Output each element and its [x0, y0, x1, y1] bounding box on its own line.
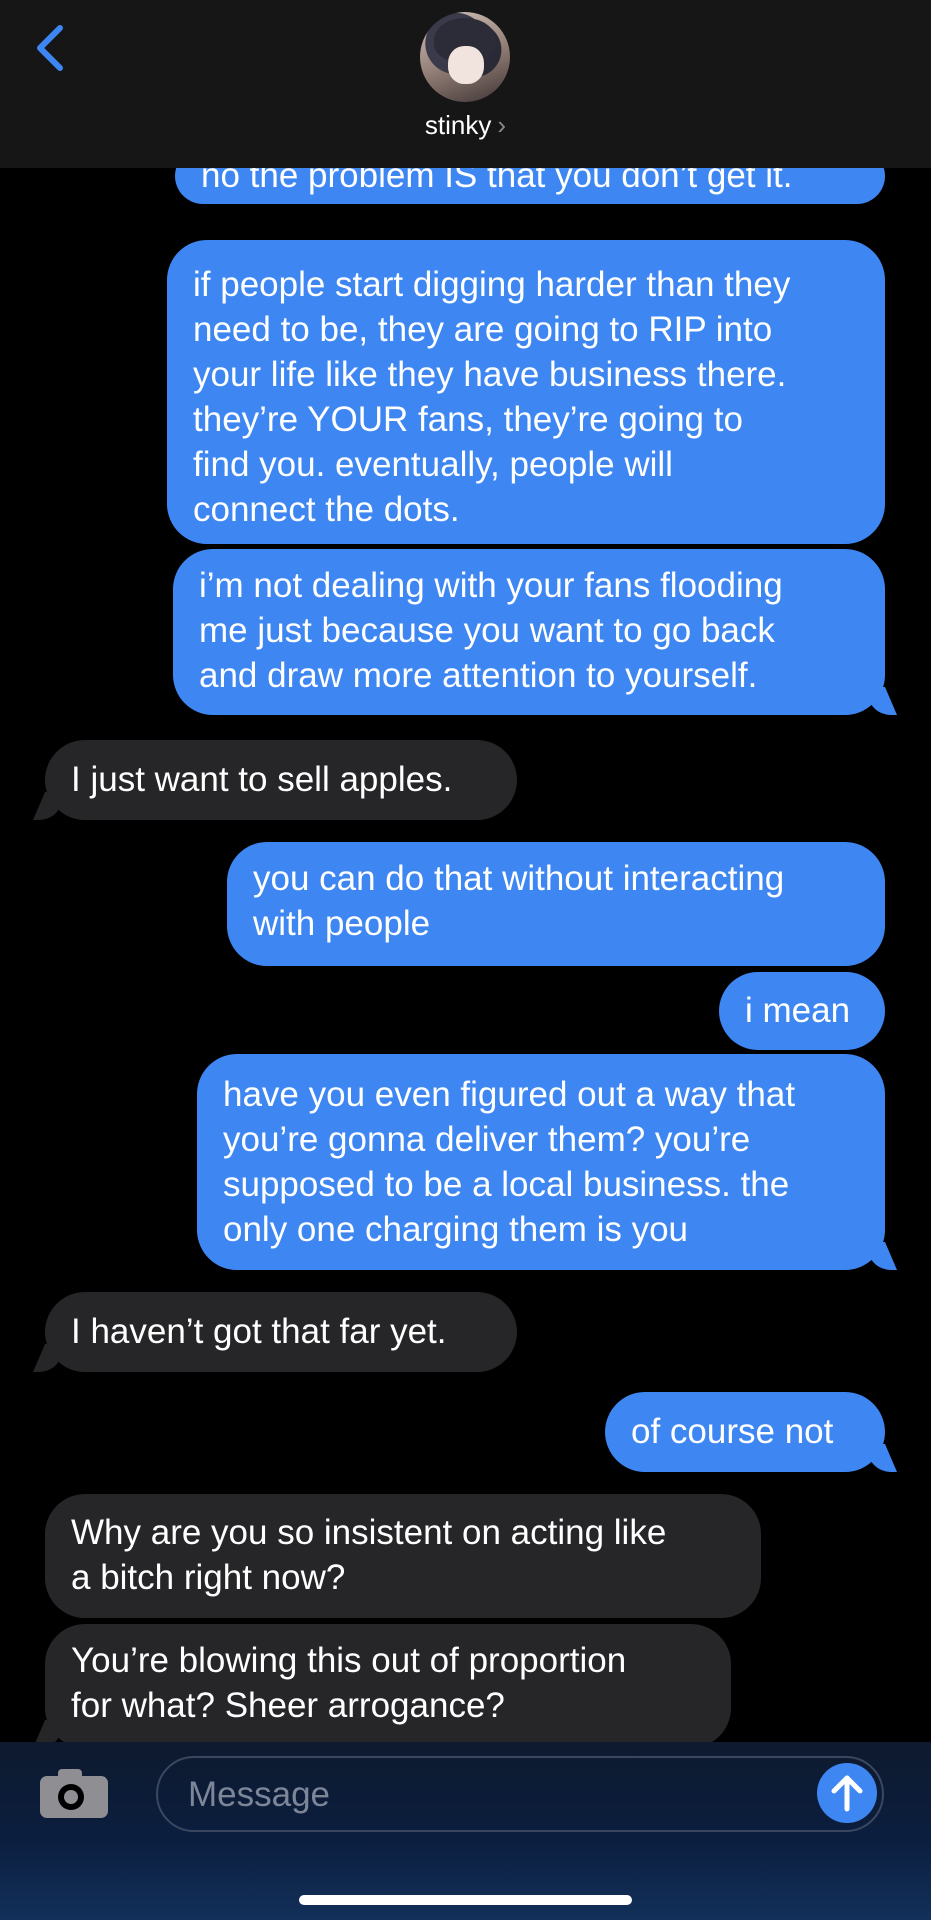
message-input-container[interactable] — [156, 1756, 884, 1832]
message-bubble-received[interactable]: You’re blowing this out of proportion fo… — [45, 1624, 731, 1742]
message-bubble-sent[interactable]: i mean — [719, 972, 885, 1050]
message-bubble-sent[interactable]: i’m not dealing with your fans flooding … — [173, 549, 885, 715]
chevron-right-icon: › — [497, 110, 507, 140]
camera-icon — [40, 1769, 108, 1818]
message-bubble-received[interactable]: I haven’t got that far yet. — [45, 1292, 517, 1372]
message-input[interactable] — [186, 1758, 770, 1832]
contact-name: stinky — [424, 110, 492, 140]
message-bubble-received[interactable]: Why are you so insistent on acting like … — [45, 1494, 761, 1618]
camera-button[interactable] — [38, 1766, 110, 1820]
message-bubble-sent[interactable]: you can do that without interacting with… — [227, 842, 885, 966]
contact-name-button[interactable]: stinky › — [0, 110, 931, 141]
message-bubble-received[interactable]: I just want to sell apples. — [45, 740, 517, 820]
back-button[interactable] — [32, 20, 72, 80]
arrow-up-icon — [831, 1775, 863, 1812]
conversation-header: stinky › — [0, 0, 931, 168]
message-bubble-sent[interactable]: of course not — [605, 1392, 885, 1472]
message-bubble-sent[interactable]: no the problem IS that you don’t get it. — [175, 168, 885, 204]
home-indicator[interactable] — [299, 1895, 632, 1905]
contact-avatar[interactable] — [420, 12, 510, 102]
composer-bar — [0, 1742, 931, 1920]
send-button[interactable] — [817, 1763, 877, 1823]
message-thread[interactable]: no the problem IS that you don’t get it.… — [0, 168, 931, 1742]
message-bubble-sent[interactable]: if people start digging harder than they… — [167, 240, 885, 544]
chevron-left-icon — [37, 25, 63, 71]
message-bubble-sent[interactable]: have you even figured out a way that you… — [197, 1054, 885, 1270]
